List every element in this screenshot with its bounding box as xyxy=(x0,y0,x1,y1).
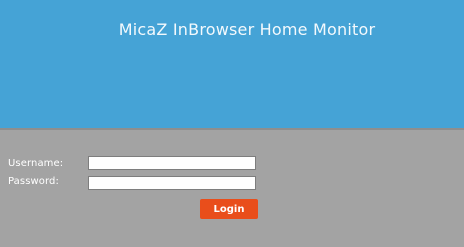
password-label: Password: xyxy=(8,176,59,187)
header-banner: MicaZ InBrowser Home Monitor xyxy=(0,0,464,128)
login-button[interactable]: Login xyxy=(200,199,258,219)
page-title: MicaZ InBrowser Home Monitor xyxy=(118,20,376,39)
username-input[interactable] xyxy=(88,156,256,170)
password-input[interactable] xyxy=(88,176,256,190)
login-page: MicaZ InBrowser Home Monitor Username: P… xyxy=(0,0,464,247)
login-form: Username: Password: Login xyxy=(0,130,464,247)
username-label: Username: xyxy=(8,158,64,169)
